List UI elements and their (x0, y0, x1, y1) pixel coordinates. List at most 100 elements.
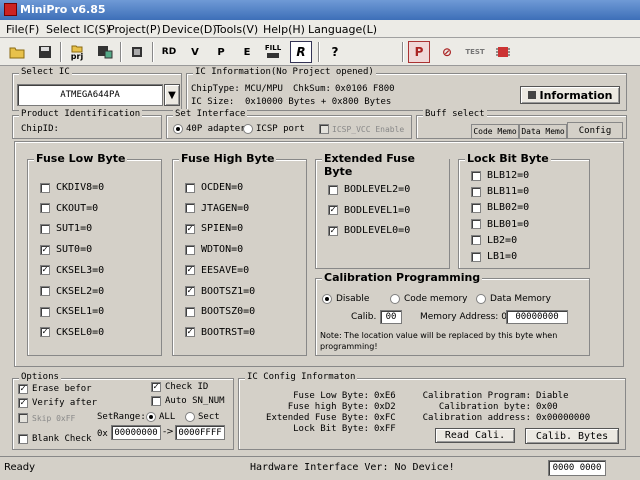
memory-address-field[interactable]: 00000000 (506, 310, 568, 324)
fuse-bit-option[interactable]: ✓ CKSEL0=0 (40, 327, 104, 338)
fuse-bit-option[interactable]: CKSEL1=0 (40, 306, 104, 317)
register-icon[interactable]: R (290, 41, 312, 63)
fuse-bit-option[interactable]: BLB11=0 (471, 186, 529, 197)
range-all-option[interactable]: ALL (146, 412, 175, 422)
interface-40p-option[interactable]: 40P adapter (173, 124, 246, 134)
verify-icon[interactable]: V (184, 41, 206, 63)
fuse-bit-option[interactable]: SUT1=0 (40, 223, 92, 234)
fuse-bit-checkbox[interactable] (471, 235, 481, 246)
radio-cal-code[interactable] (390, 294, 400, 304)
radio-range-sect[interactable] (185, 412, 195, 422)
calib-byte-field[interactable]: 00 (380, 310, 402, 324)
program-icon[interactable]: P (210, 41, 232, 63)
menu-help[interactable]: Help(H) (263, 23, 305, 36)
fuse-bit-option[interactable]: ✓ CKSEL3=0 (40, 265, 104, 276)
erase-checkbox[interactable]: ✓ (18, 384, 28, 394)
fuse-bit-checkbox[interactable] (471, 202, 481, 213)
skip-option[interactable]: Skip 0xFF (18, 413, 75, 423)
fuse-bit-checkbox[interactable] (40, 306, 50, 317)
tab-code-memo[interactable]: Code Memo (471, 124, 519, 138)
fuse-bit-option[interactable]: CKSEL2=0 (40, 286, 104, 297)
erase-icon[interactable]: E (236, 41, 258, 63)
fuse-bit-checkbox[interactable] (471, 251, 481, 262)
fuse-bit-checkbox[interactable] (40, 203, 50, 214)
checkid-checkbox[interactable]: ✓ (151, 382, 161, 392)
tab-config[interactable]: Config (567, 122, 623, 138)
skip-checkbox[interactable] (18, 413, 28, 423)
fuse-bit-checkbox[interactable]: ✓ (40, 327, 50, 338)
tab-data-memo[interactable]: Data Memo (519, 124, 567, 138)
cal-data-option[interactable]: Data Memory (476, 294, 551, 304)
interface-icsp-option[interactable]: ICSP port (243, 124, 305, 134)
fill-icon[interactable]: FILL (262, 41, 284, 63)
fuse-bit-checkbox[interactable]: ✓ (185, 286, 195, 296)
radio-cal-disable[interactable] (322, 294, 332, 304)
fuse-bit-option[interactable]: WDTON=0 (185, 244, 243, 255)
fuse-bit-checkbox[interactable] (185, 203, 195, 214)
icsp-vcc-checkbox[interactable] (319, 124, 329, 134)
checkid-option[interactable]: ✓ Check ID (151, 382, 208, 392)
fuse-bit-option[interactable]: BOOTSZ0=0 (185, 306, 255, 317)
erase-option[interactable]: ✓ Erase befor (18, 384, 92, 394)
fuse-bit-option[interactable]: BODLEVEL2=0 (328, 184, 410, 195)
fuse-bit-option[interactable]: ✓ SUT0=0 (40, 244, 92, 255)
fuse-bit-option[interactable]: ✓ BODLEVEL1=0 (328, 205, 410, 216)
project-p-icon[interactable]: P (408, 41, 430, 63)
fuse-bit-option[interactable]: LB1=0 (471, 251, 517, 262)
icsp-vcc-option[interactable]: ICSP_VCC Enable (319, 124, 404, 134)
cal-code-option[interactable]: Code memory (390, 294, 468, 304)
verify-checkbox[interactable]: ✓ (18, 398, 28, 408)
blank-checkbox[interactable] (18, 434, 28, 444)
fuse-bit-checkbox[interactable] (185, 306, 195, 317)
verify-option[interactable]: ✓ Verify after (18, 398, 97, 408)
chip-test-icon[interactable] (492, 41, 514, 63)
fuse-bit-checkbox[interactable] (40, 286, 50, 296)
fuse-bit-option[interactable]: ✓ EESAVE=0 (185, 265, 249, 276)
information-button[interactable]: Information (520, 86, 620, 104)
fuse-bit-checkbox[interactable] (40, 182, 50, 193)
auto-sn-option[interactable]: Auto SN_NUM (151, 396, 225, 406)
range-to-field[interactable]: 0000FFFF (175, 425, 225, 440)
menu-language[interactable]: Language(L) (308, 23, 377, 36)
calib-bytes-button[interactable]: Calib. Bytes (525, 428, 619, 444)
radio-range-all[interactable] (146, 412, 156, 422)
fuse-bit-checkbox[interactable] (471, 170, 481, 181)
ic-dropdown-button[interactable]: ▼ (164, 84, 180, 106)
menu-tools[interactable]: Tools(V) (215, 23, 258, 36)
fuse-bit-checkbox[interactable] (185, 182, 195, 193)
no-entry-icon[interactable]: ⊘ (436, 41, 458, 63)
fuse-bit-checkbox[interactable] (185, 244, 195, 255)
fuse-bit-checkbox[interactable] (328, 184, 338, 195)
menu-select-ic[interactable]: Select IC(S) (46, 23, 110, 36)
save-icon[interactable] (34, 41, 56, 63)
fuse-bit-checkbox[interactable]: ✓ (185, 265, 195, 276)
fuse-bit-option[interactable]: CKDIV8=0 (40, 182, 104, 193)
fuse-bit-option[interactable]: BLB02=0 (471, 202, 529, 213)
fuse-bit-checkbox[interactable]: ✓ (40, 265, 50, 276)
open-icon[interactable] (6, 41, 28, 63)
fuse-bit-option[interactable]: JTAGEN=0 (185, 203, 249, 214)
fuse-bit-checkbox[interactable]: ✓ (40, 244, 50, 255)
fuse-bit-checkbox[interactable] (471, 219, 481, 230)
fuse-bit-checkbox[interactable] (471, 186, 481, 197)
fuse-bit-option[interactable]: ✓ SPIEN=0 (185, 223, 243, 234)
radio-40p[interactable] (173, 124, 183, 134)
range-from-field[interactable]: 00000000 (111, 425, 161, 440)
fuse-bit-option[interactable]: OCDEN=0 (185, 182, 243, 193)
fuse-bit-checkbox[interactable]: ✓ (328, 205, 338, 215)
cal-disable-option[interactable]: Disable (322, 294, 369, 304)
fuse-bit-checkbox[interactable]: ✓ (185, 327, 195, 338)
fuse-bit-option[interactable]: ✓ BOOTRST=0 (185, 327, 255, 338)
fuse-bit-checkbox[interactable]: ✓ (328, 225, 338, 236)
read-cali-button[interactable]: Read Cali. (435, 428, 515, 443)
save-project-icon[interactable] (94, 41, 116, 63)
menu-project[interactable]: Project(P) (108, 23, 161, 36)
read-icon[interactable]: RD (158, 41, 180, 63)
auto-sn-checkbox[interactable] (151, 396, 161, 406)
fuse-bit-option[interactable]: BLB12=0 (471, 170, 529, 181)
fuse-bit-option[interactable]: BLB01=0 (471, 219, 529, 230)
help-icon[interactable]: ? (324, 41, 346, 63)
ic-name-field[interactable]: ATMEGA644PA (17, 84, 163, 106)
blank-option[interactable]: Blank Check (18, 434, 92, 444)
fuse-bit-checkbox[interactable]: ✓ (185, 223, 195, 234)
